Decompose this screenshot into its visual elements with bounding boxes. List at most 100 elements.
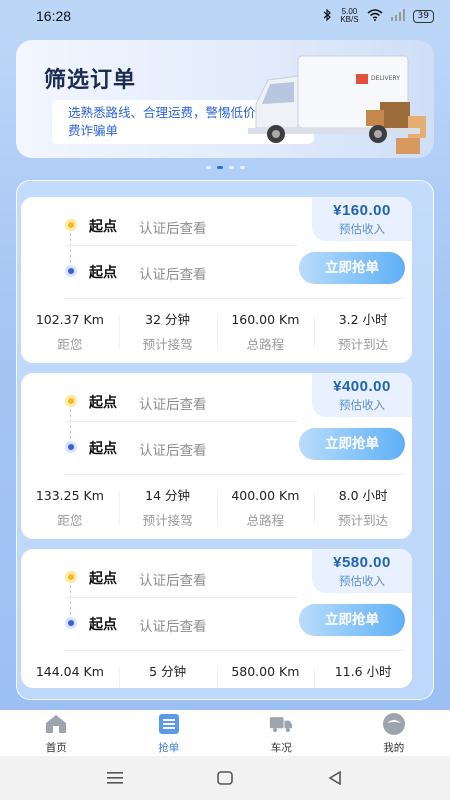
tab-label: 首页: [45, 742, 67, 754]
status-icons: 5.00 KB/S 39: [323, 8, 434, 24]
stat-arrival-time: 3.2 小时 预计到达: [314, 311, 412, 353]
grab-order-button[interactable]: 立即抢单: [299, 252, 405, 284]
home-square-icon[interactable]: [211, 766, 239, 790]
start-point-icon: [65, 395, 77, 407]
order-card[interactable]: ¥400.00 预估收入 起点 认证后查看 起点 认证后查看 立即抢单 133.…: [21, 373, 412, 539]
bluetooth-icon: [323, 8, 332, 24]
order-price: ¥580.00: [333, 554, 391, 571]
end-label: 起点: [89, 617, 117, 633]
stat-pickup-time: 32 分钟 预计接驾: [118, 311, 217, 353]
network-speed-unit: KB/S: [340, 15, 359, 24]
stat-value: 11.6 小时: [334, 664, 392, 679]
stat-label: 预计到达: [338, 513, 389, 528]
profile-icon: [382, 713, 406, 735]
bottom-tab-bar: 首页 抢单 车况 我的: [0, 710, 450, 756]
start-value: 认证后查看: [139, 221, 207, 237]
end-value: 认证后查看: [139, 619, 207, 635]
stat-distance: 144.04 Km: [21, 663, 119, 681]
end-point-icon: [65, 441, 77, 453]
end-label: 起点: [89, 265, 117, 281]
grab-order-button[interactable]: 立即抢单: [299, 428, 405, 460]
route-line: [70, 233, 71, 263]
start-value: 认证后查看: [139, 573, 207, 589]
battery-indicator: 39: [412, 9, 434, 23]
end-value: 认证后查看: [139, 443, 207, 459]
end-point-icon: [65, 617, 77, 629]
tab-profile[interactable]: 我的: [338, 710, 450, 756]
stat-total-distance: 400.00 Km 总路程: [216, 487, 315, 529]
home-icon: [44, 714, 68, 734]
route-line: [70, 409, 71, 439]
pagination-dot[interactable]: [239, 166, 245, 169]
stat-label: 距您: [57, 513, 83, 528]
price-tag: ¥400.00 预估收入: [312, 373, 412, 417]
order-card[interactable]: ¥160.00 预估收入 起点 认证后查看 起点 认证后查看 立即抢单 102.…: [21, 197, 412, 363]
stat-total-distance: 160.00 Km 总路程: [216, 311, 315, 353]
pagination-dot[interactable]: [205, 166, 211, 169]
banner-title: 筛选订单: [44, 68, 137, 93]
stat-label: 距您: [57, 337, 83, 352]
card-divider: [65, 298, 404, 299]
card-divider: [65, 650, 404, 651]
stat-value: 144.04 Km: [35, 664, 104, 679]
tab-home[interactable]: 首页: [0, 710, 113, 756]
price-label: 预估收入: [339, 574, 385, 588]
stat-label: 总路程: [246, 513, 285, 528]
stat-value: 32 分钟: [145, 312, 191, 327]
tab-label: 抢单: [158, 742, 180, 754]
start-label: 起点: [89, 571, 117, 587]
order-stats: 144.04 Km 5 分钟 580.00 Km 11.6 小时: [21, 663, 412, 688]
system-nav-bar: [0, 756, 450, 800]
stat-value: 133.25 Km: [35, 488, 104, 503]
row-divider: [65, 421, 297, 422]
start-value: 认证后查看: [139, 397, 207, 413]
row-divider: [65, 597, 297, 598]
menu-icon[interactable]: [101, 766, 129, 790]
stat-value: 14 分钟: [145, 488, 191, 503]
stat-label: 预计接驾: [142, 513, 193, 528]
status-time: 16:28: [36, 8, 72, 24]
grab-order-button[interactable]: 立即抢单: [299, 604, 405, 636]
start-point-icon: [65, 571, 77, 583]
stat-value: 160.00 Km: [231, 312, 300, 327]
banner-pagination: [0, 166, 450, 169]
price-label: 预估收入: [339, 222, 385, 236]
tab-orders[interactable]: 抢单: [113, 710, 226, 756]
stat-arrival-time: 8.0 小时 预计到达: [314, 487, 412, 529]
order-price: ¥400.00: [333, 378, 391, 395]
pagination-dot-active[interactable]: [216, 166, 223, 169]
start-point-icon: [65, 219, 77, 231]
end-value: 认证后查看: [139, 267, 207, 283]
stat-pickup-time: 5 分钟: [118, 663, 217, 688]
stat-value: 3.2 小时: [338, 312, 388, 327]
stat-value: 102.37 Km: [35, 312, 104, 327]
stat-value: 5 分钟: [149, 664, 187, 679]
stat-arrival-time: 11.6 小时: [314, 663, 412, 688]
tab-label: 我的: [383, 742, 405, 754]
delivery-truck-illustration: DELIVERY: [248, 55, 426, 154]
stat-total-distance: 580.00 Km: [216, 663, 315, 688]
tab-label: 车况: [270, 742, 292, 754]
wifi-icon: [367, 8, 383, 24]
back-icon[interactable]: [321, 766, 349, 790]
stat-distance: 102.37 Km 距您: [21, 311, 119, 353]
tab-vehicle[interactable]: 车况: [225, 710, 338, 756]
order-card[interactable]: ¥580.00 预估收入 起点 认证后查看 起点 认证后查看 立即抢单 144.…: [21, 549, 412, 688]
price-tag: ¥580.00 预估收入: [312, 549, 412, 593]
stat-label: 总路程: [246, 337, 285, 352]
stat-pickup-time: 14 分钟 预计接驾: [118, 487, 217, 529]
truck-brand-text: DELIVERY: [371, 75, 400, 82]
order-stats: 102.37 Km 距您 32 分钟 预计接驾 160.00 Km 总路程 3.…: [21, 311, 412, 353]
order-price: ¥160.00: [333, 202, 391, 219]
card-divider: [65, 474, 404, 475]
stat-label: 预计接驾: [142, 337, 193, 352]
promo-banner[interactable]: 筛选订单 选熟悉路线、合理运费，警惕低价单或高运费诈骗单 DELIVERY: [16, 40, 434, 158]
start-label: 起点: [89, 219, 117, 235]
stat-label: 预计到达: [338, 337, 389, 352]
stat-value: 8.0 小时: [338, 488, 388, 503]
truck-icon: [269, 714, 293, 734]
price-tag: ¥160.00 预估收入: [312, 197, 412, 241]
pagination-dot[interactable]: [228, 166, 234, 169]
status-bar: 16:28 5.00 KB/S 39: [0, 0, 450, 32]
start-label: 起点: [89, 395, 117, 411]
